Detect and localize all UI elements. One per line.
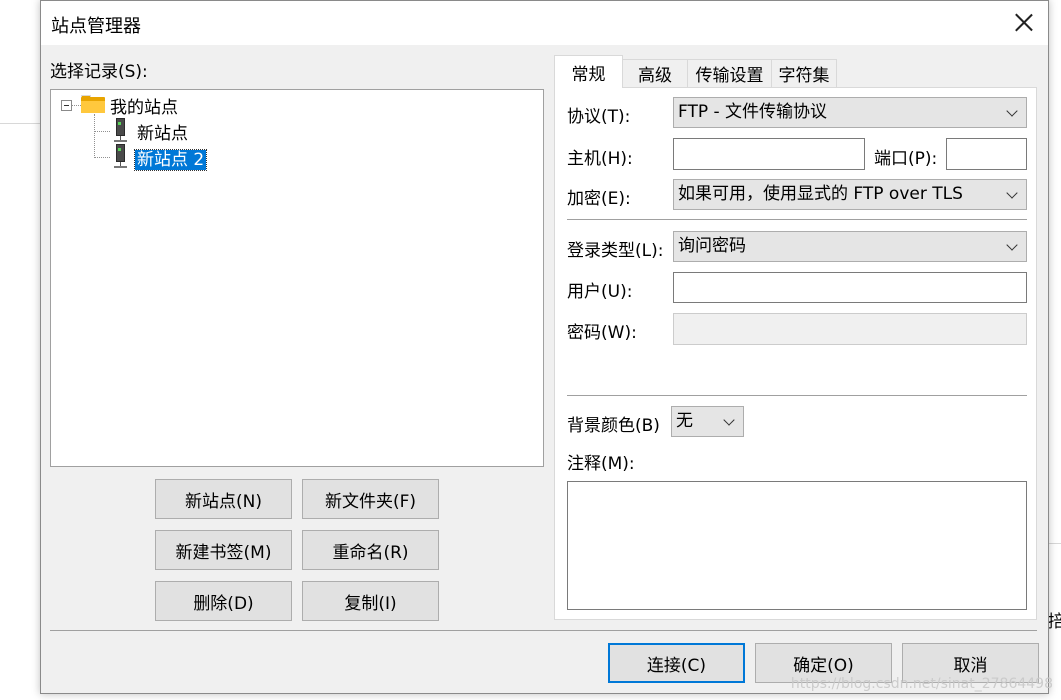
chevron-down-icon (1006, 105, 1018, 117)
host-input[interactable] (673, 138, 865, 170)
logon-type-value: 询问密码 (678, 236, 746, 256)
tree-connector (72, 105, 81, 106)
background-color-label: 背景颜色(B) (567, 416, 660, 436)
user-input[interactable] (673, 272, 1027, 303)
tree-item-root[interactable]: 我的站点 (110, 93, 178, 118)
tree-item-label: 我的站点 (110, 98, 178, 118)
watermark: https://blog.csdn.net/sinat_27864498 (790, 676, 1053, 692)
chevron-down-icon (1006, 239, 1018, 251)
password-input (673, 313, 1027, 345)
site-tree[interactable]: 我的站点 新站点 新站点 2 (50, 89, 544, 467)
delete-button[interactable]: 删除(D) (155, 581, 292, 621)
port-label: 端口(P): (874, 149, 938, 169)
new-bookmark-button[interactable]: 新建书签(M) (155, 530, 292, 570)
divider (567, 219, 1027, 220)
port-input[interactable] (946, 138, 1027, 170)
tab-transfer-settings[interactable]: 传输设置 (687, 59, 772, 87)
close-icon[interactable] (1014, 12, 1034, 32)
copy-button[interactable]: 复制(I) (302, 581, 439, 621)
title-bar: 站点管理器 (41, 1, 1048, 45)
background-window-edge (1049, 543, 1061, 544)
tree-item-site[interactable]: 新站点 (137, 119, 188, 144)
encryption-select[interactable]: 如果可用，使用显式的 FTP over TLS (673, 179, 1027, 210)
rename-button[interactable]: 重命名(R) (302, 530, 439, 570)
tab-general[interactable]: 常规 (554, 55, 623, 88)
password-label: 密码(W): (567, 323, 637, 343)
tree-connector (94, 131, 110, 132)
chevron-down-icon (1006, 187, 1018, 199)
divider (50, 630, 1037, 631)
protocol-label: 协议(T): (567, 107, 631, 127)
new-folder-button[interactable]: 新文件夹(F) (302, 479, 439, 519)
folder-icon (81, 95, 105, 113)
comments-label: 注释(M): (567, 454, 635, 474)
divider (567, 395, 1027, 396)
comments-textarea[interactable] (567, 481, 1027, 610)
encryption-value: 如果可用，使用显式的 FTP over TLS (678, 184, 963, 204)
background-window-text: 掊 (1048, 612, 1061, 632)
tree-collapse-icon[interactable] (61, 100, 72, 111)
select-entry-label: 选择记录(S): (50, 62, 148, 82)
background-color-select[interactable]: 无 (671, 406, 744, 437)
tree-item-label: 新站点 2 (133, 149, 208, 171)
dialog-title: 站点管理器 (51, 16, 141, 37)
general-tab-panel: 协议(T): FTP - 文件传输协议 主机(H): 端口(P): 加密(E):… (554, 87, 1037, 620)
chevron-down-icon (723, 414, 735, 426)
protocol-value: FTP - 文件传输协议 (678, 102, 828, 122)
tree-item-label: 新站点 (137, 124, 188, 144)
tab-charset[interactable]: 字符集 (771, 59, 837, 87)
tab-advanced[interactable]: 高级 (622, 59, 688, 87)
server-icon (113, 118, 127, 142)
logon-type-label: 登录类型(L): (567, 241, 664, 261)
user-label: 用户(U): (567, 282, 633, 302)
tree-connector (94, 114, 95, 158)
host-label: 主机(H): (567, 149, 633, 169)
tree-connector (94, 157, 110, 158)
new-site-button[interactable]: 新站点(N) (155, 479, 292, 519)
site-manager-dialog: 站点管理器 选择记录(S): 我的站点 新站点 新站点 2 新站点(N) 新文件… (40, 0, 1049, 694)
connect-button[interactable]: 连接(C) (608, 643, 745, 683)
encryption-label: 加密(E): (567, 189, 631, 209)
server-icon (113, 144, 127, 168)
tree-item-site-selected[interactable]: 新站点 2 (133, 145, 208, 171)
logon-type-select[interactable]: 询问密码 (673, 231, 1027, 262)
protocol-select[interactable]: FTP - 文件传输协议 (673, 97, 1027, 128)
background-color-value: 无 (676, 411, 693, 431)
background-window-edge (0, 123, 40, 124)
